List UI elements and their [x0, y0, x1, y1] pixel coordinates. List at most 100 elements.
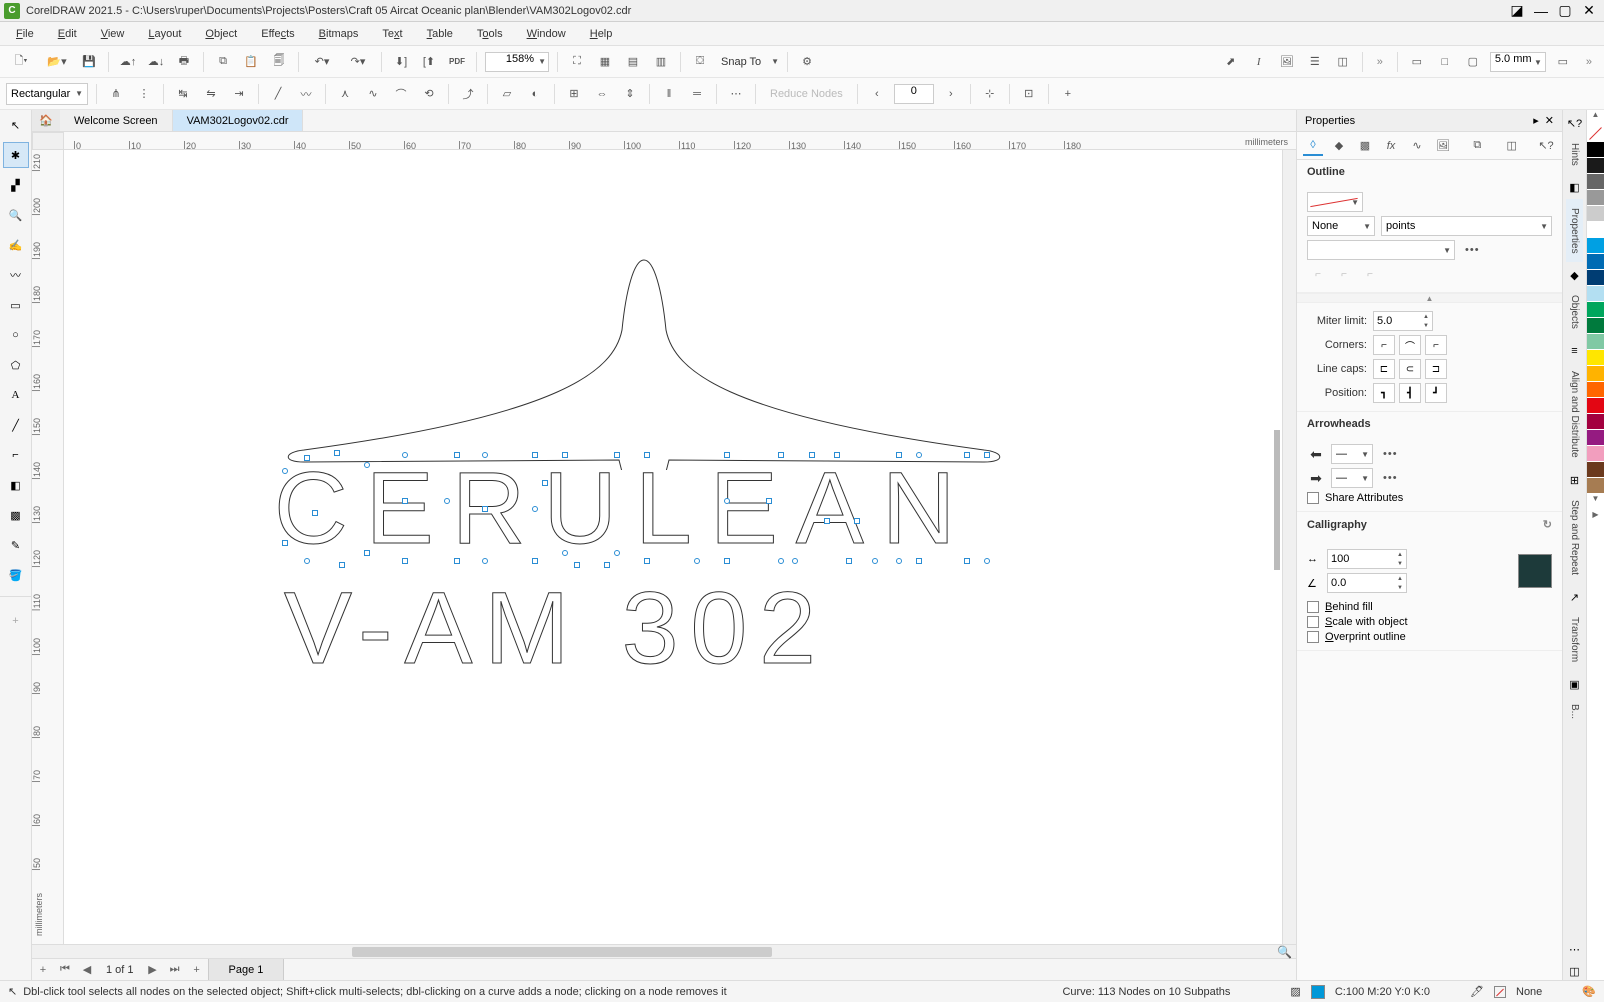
status-fill-swatch[interactable] [1311, 985, 1325, 999]
text-cursor-icon[interactable]: I [1248, 51, 1270, 73]
parallel-dim-tool[interactable]: ╱ [3, 412, 29, 438]
dock-b-icon[interactable]: ▣ [1566, 675, 1584, 693]
redo-button[interactable]: ↷▾ [343, 51, 373, 73]
swatch[interactable] [1587, 222, 1604, 238]
node-tool-icon[interactable]: ⋔ [105, 83, 127, 105]
menu-table[interactable]: Table [415, 25, 465, 43]
align-v-icon[interactable]: ═ [686, 83, 708, 105]
print-button[interactable]: 🖶 [173, 51, 195, 73]
swatch[interactable] [1587, 286, 1604, 302]
toolbox-add[interactable]: + [3, 608, 29, 634]
shape1-icon[interactable]: ▱ [496, 83, 518, 105]
canvas[interactable]: CERULEAN V-AM 302 [64, 150, 1282, 944]
dock-step-icon[interactable]: ⊞ [1566, 471, 1584, 489]
dock-tab-transform[interactable]: Transform [1566, 608, 1583, 671]
swatch[interactable] [1587, 334, 1604, 350]
swatch[interactable] [1587, 366, 1604, 382]
page-prev[interactable]: ◀ [76, 963, 98, 976]
calli-angle-input[interactable]: 0.0▲▼ [1327, 573, 1407, 593]
list-icon[interactable]: ☰ [1304, 51, 1326, 73]
panel-close-icon[interactable]: ✕ [1545, 114, 1554, 127]
palette-up[interactable]: ▲ [1587, 110, 1604, 126]
logo-text-line2[interactable]: V-AM 302 [284, 570, 828, 687]
dock-tab-objects[interactable]: Objects [1566, 286, 1583, 338]
selection-mode-select[interactable]: Rectangular▼ [6, 83, 88, 105]
dock-transform-icon[interactable]: ↗ [1566, 588, 1584, 606]
dock-tab-properties[interactable]: Properties [1566, 199, 1583, 263]
menu-help[interactable]: Help [578, 25, 625, 43]
page-last[interactable]: ⏭ [164, 963, 186, 976]
status-outline-swatch[interactable] [1494, 986, 1506, 998]
swatch[interactable] [1587, 430, 1604, 446]
fill-tool[interactable]: 🪣 [3, 562, 29, 588]
nib-preview[interactable] [1518, 554, 1552, 588]
outline-style-icon[interactable]: ▭ [1552, 51, 1574, 73]
palette-flyout[interactable]: ▶ [1587, 510, 1604, 526]
connector-tool[interactable]: ⌐ [3, 442, 29, 468]
cap-square[interactable]: ⊐ [1425, 359, 1447, 379]
elastic-icon[interactable]: ⋯ [725, 83, 747, 105]
swatch[interactable] [1587, 158, 1604, 174]
undo-button[interactable]: ↶▾ [307, 51, 337, 73]
plus-icon[interactable]: + [1057, 83, 1079, 105]
pick-tool[interactable]: ↖ [3, 112, 29, 138]
dock-expand-icon[interactable]: ◫ [1566, 962, 1584, 980]
calli-stretch-input[interactable]: 100▲▼ [1327, 549, 1407, 569]
arrow-end-select[interactable]: —▼ [1331, 468, 1373, 488]
minimize-button[interactable]: — [1530, 2, 1552, 20]
scale-with-object-check[interactable]: Scale with object [1307, 616, 1552, 628]
swatch[interactable] [1587, 270, 1604, 286]
artistic-media-tool[interactable]: 〰 [3, 262, 29, 288]
angle-spin-down[interactable]: ‹ [866, 83, 888, 105]
swatch[interactable] [1587, 414, 1604, 430]
logo-text-line1[interactable]: CERULEAN [274, 450, 973, 567]
corner-round[interactable]: ⌒ [1399, 335, 1421, 355]
welcome-tab[interactable]: Welcome Screen [60, 110, 173, 131]
fx-tab-icon[interactable]: fx [1381, 136, 1401, 156]
aircraft-outline[interactable] [264, 250, 1024, 470]
maximize-button[interactable]: ▢ [1554, 2, 1576, 20]
swatch[interactable] [1587, 238, 1604, 254]
snap-button[interactable]: ⛋ [689, 51, 711, 73]
dock-tab-align[interactable]: Align and Distribute [1566, 362, 1583, 467]
scrollbar-vertical[interactable] [1282, 150, 1296, 944]
new-doc-button[interactable]: 🗋▾ [6, 51, 36, 73]
ruler-vertical[interactable]: millimeters 2102001901801701601501401301… [32, 150, 64, 944]
section-collapse-toggle[interactable]: ▲ [1297, 293, 1562, 303]
menu-text[interactable]: Text [370, 25, 414, 43]
overlap-icon[interactable]: ◫ [1332, 51, 1354, 73]
align-nodes-icon[interactable]: ⊞ [563, 83, 585, 105]
miter-limit-input[interactable]: 5.0▲▼ [1373, 311, 1433, 331]
rectangle-tool[interactable]: ▭ [3, 292, 29, 318]
menu-layout[interactable]: Layout [136, 25, 193, 43]
transparency-tab-icon[interactable]: ▩ [1355, 136, 1375, 156]
swatch[interactable] [1587, 462, 1604, 478]
calligraphy-reset-icon[interactable]: ↻ [1543, 518, 1552, 531]
pos-center[interactable]: ┫ [1399, 383, 1421, 403]
dock-more-icon[interactable]: ⋯ [1566, 940, 1584, 958]
angle-input[interactable]: 0 [894, 84, 934, 104]
swatch[interactable] [1587, 318, 1604, 334]
text-tool[interactable]: A [3, 382, 29, 408]
reflect-h-icon[interactable]: ⇔ [591, 83, 613, 105]
swatch[interactable] [1587, 382, 1604, 398]
angle-spin-up[interactable]: › [940, 83, 962, 105]
outline-style-select[interactable]: ▼ [1307, 240, 1455, 260]
share-attrs-check[interactable]: Share Attributes [1307, 492, 1552, 504]
pdf-button[interactable]: PDF [446, 51, 468, 73]
zoom-level-input[interactable]: 158%▼ [485, 52, 549, 72]
corner-miter[interactable]: ⌐ [1373, 335, 1395, 355]
cloud-up-icon[interactable]: ☁↑ [117, 51, 139, 73]
behind-fill-check[interactable]: Behind fill [1307, 601, 1552, 613]
scrollbar-horizontal[interactable]: 🔍 [32, 944, 1296, 958]
dock-props-icon[interactable]: ◧ [1566, 179, 1584, 197]
menu-object[interactable]: Object [193, 25, 249, 43]
break-node-icon[interactable]: ↹ [172, 83, 194, 105]
palette-down[interactable]: ▼ [1587, 494, 1604, 510]
swatch[interactable] [1587, 142, 1604, 158]
polygon-tool[interactable]: ⬠ [3, 352, 29, 378]
swatch[interactable] [1587, 350, 1604, 366]
curve-tab-icon[interactable]: ∿ [1407, 136, 1427, 156]
cloud-down-icon[interactable]: ☁↓ [145, 51, 167, 73]
menu-view[interactable]: View [89, 25, 137, 43]
